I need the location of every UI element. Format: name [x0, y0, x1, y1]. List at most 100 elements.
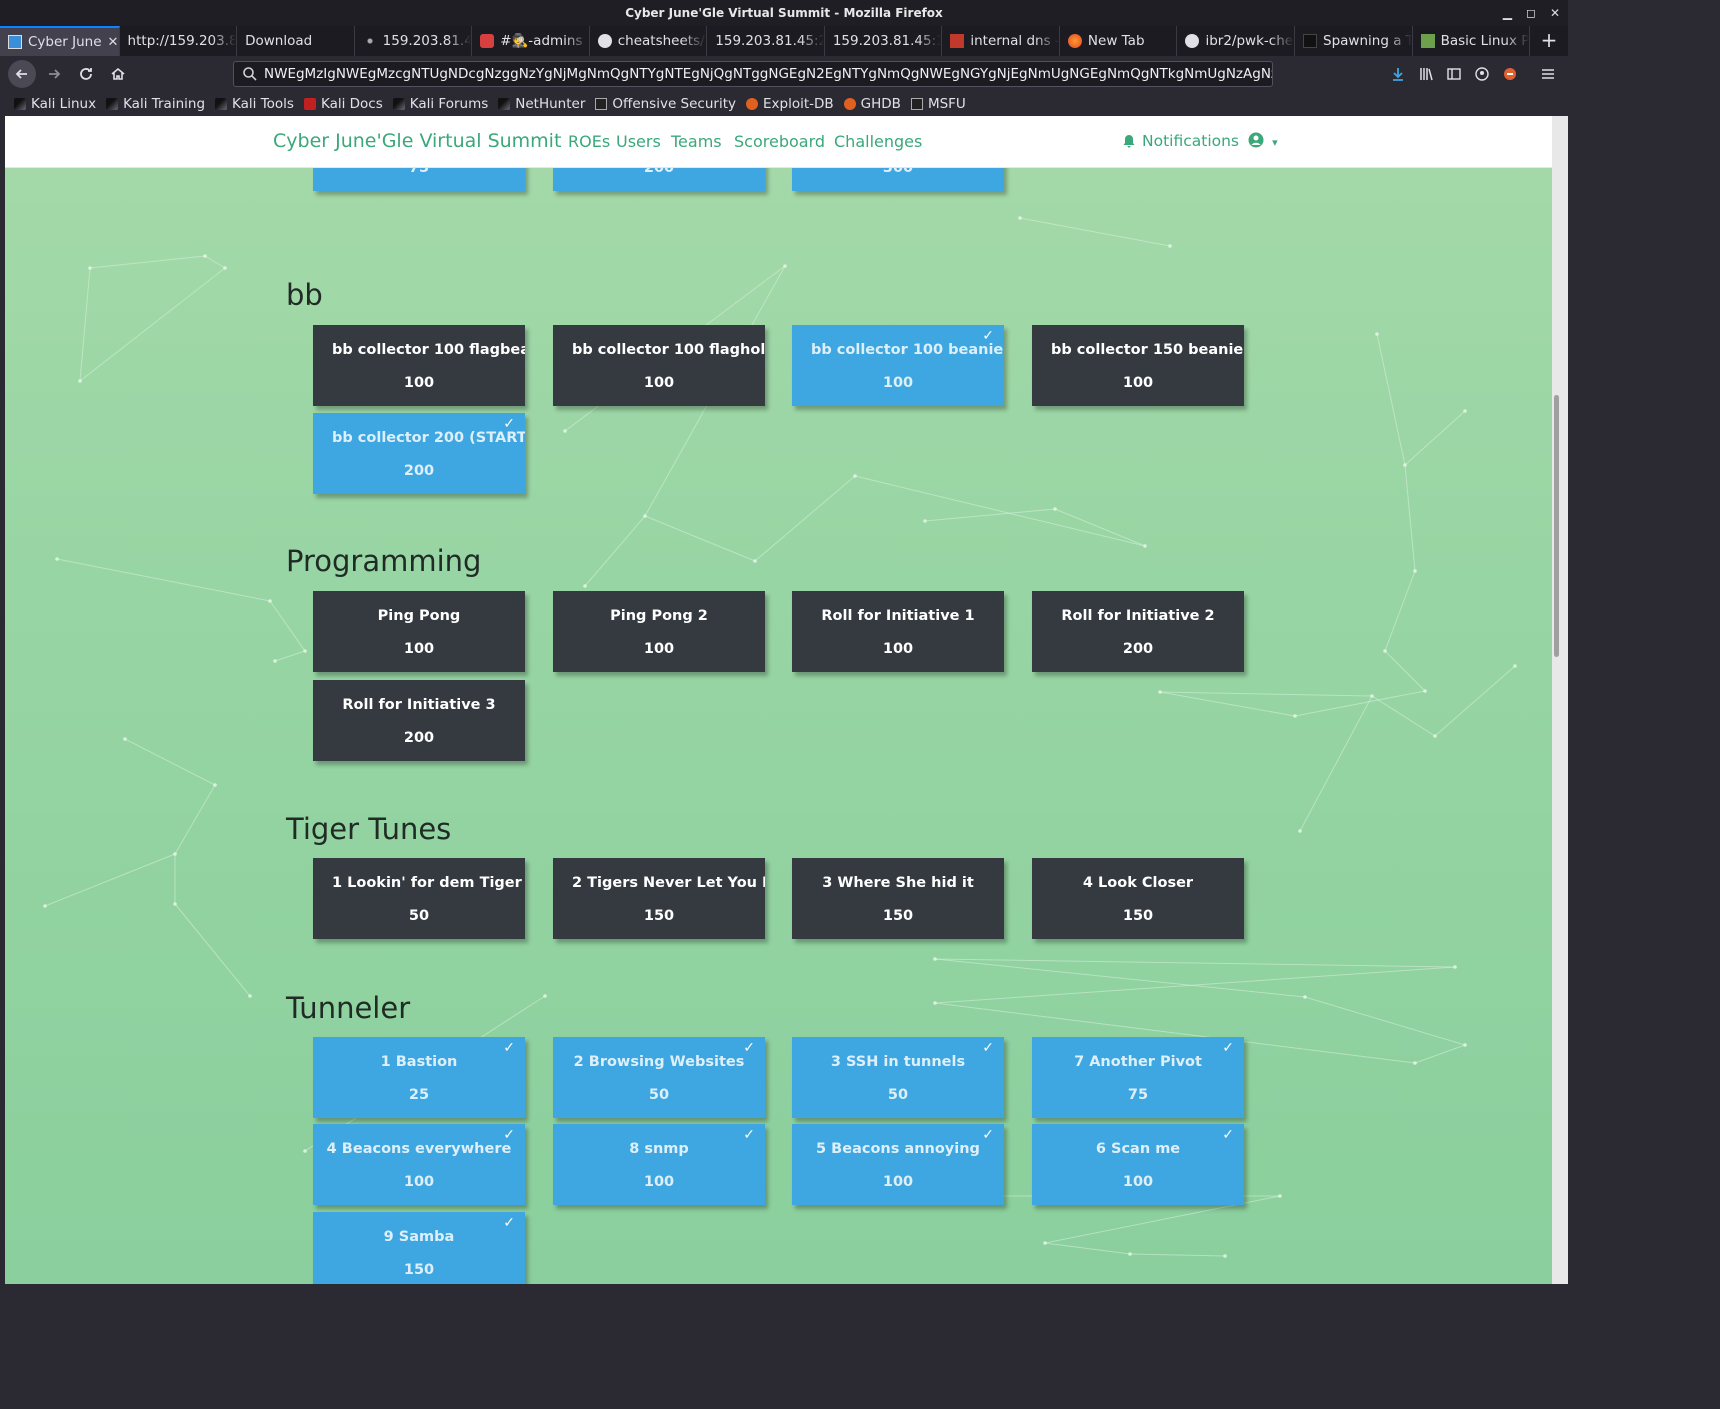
bookmark-6[interactable]: Offensive Security — [595, 96, 736, 112]
tab-close-icon[interactable]: ✕ — [102, 35, 119, 50]
site-brand[interactable]: Cyber June'Gle Virtual Summit — [273, 130, 561, 152]
bookmark-1[interactable]: Kali Training — [106, 96, 205, 112]
challenge-card[interactable]: 1 Bastion 25 ✓ — [313, 1037, 525, 1118]
section-title: bb — [286, 278, 323, 312]
tab-4[interactable]: #🕵-admins — [472, 26, 590, 56]
sidebar-icon[interactable] — [1446, 66, 1462, 82]
section-title: Tunneler — [286, 991, 411, 1025]
bookmark-0[interactable]: Kali Linux — [14, 96, 96, 112]
nav-users[interactable]: Users — [616, 132, 661, 151]
challenge-card[interactable]: 7 Another Pivot 75 ✓ — [1032, 1037, 1244, 1118]
bookmarks-toolbar: Kali Linux Kali Training Kali Tools Kali Do… — [0, 92, 1568, 116]
challenge-card[interactable]: Ping Pong 2 100 — [553, 591, 765, 672]
bookmark-9[interactable]: MSFU — [910, 96, 966, 112]
challenge-card[interactable]: bb collector 100 beanie sql 100 ✓ — [792, 325, 1004, 406]
challenge-points: 150 — [403, 1262, 435, 1278]
page-scrollbar[interactable] — [1552, 116, 1568, 1284]
tab-3[interactable]: 159.203.81.4 — [355, 26, 473, 56]
bookmark-8[interactable]: GHDB — [843, 96, 901, 112]
tab-12[interactable]: Basic Linux P — [1413, 26, 1531, 56]
challenge-card[interactable]: 4 Look Closer 150 — [1032, 858, 1244, 939]
tab-2[interactable]: Download — [237, 26, 355, 56]
back-arrow-icon — [15, 69, 27, 79]
challenge-points: 75 — [1127, 1087, 1149, 1103]
challenge-card[interactable]: 6 Scan me 100 ✓ — [1032, 1124, 1244, 1205]
bookmark-label: Kali Tools — [232, 96, 294, 112]
tab-fade — [212, 26, 237, 56]
challenge-card[interactable]: Roll for Initiative 2 200 — [1032, 591, 1244, 672]
challenge-card[interactable]: 5 Beacons annoying 100 ✓ — [792, 1124, 1004, 1205]
forward-button[interactable] — [40, 60, 68, 88]
challenge-card[interactable]: bb collector 100 flagholder 100 — [553, 325, 765, 406]
challenge-card[interactable]: Roll for Initiative 1 100 — [792, 591, 1004, 672]
tab-11[interactable]: Spawning a T — [1295, 26, 1413, 56]
reload-button[interactable] — [72, 60, 100, 88]
maximize-icon[interactable]: ◻ — [1526, 0, 1536, 26]
challenge-card[interactable]: 1 Lookin' for dem Tiger Tun 50 — [313, 858, 525, 939]
challenge-card[interactable]: Roll for Initiative 3 200 — [313, 680, 525, 761]
tab-7[interactable]: 159.203.81.45:1 — [825, 26, 943, 56]
challenge-name: Ping Pong 2 — [610, 608, 708, 624]
browser-window: Cyber June'Gle Virtual Summit - Mozilla … — [0, 0, 1568, 1284]
bookmark-5[interactable]: NetHunter — [498, 96, 585, 112]
bookmark-3[interactable]: Kali Docs — [303, 96, 383, 112]
home-button[interactable] — [104, 60, 132, 88]
close-window-icon[interactable]: ✕ — [1550, 0, 1560, 26]
back-button[interactable] — [8, 60, 36, 88]
challenge-points: 100 — [1122, 375, 1154, 391]
notifications-label: Notifications — [1142, 132, 1240, 150]
challenge-name: bb collector 200 (START HE — [332, 430, 525, 446]
nav-challenges[interactable]: Challenges — [834, 132, 922, 151]
tab-6[interactable]: 159.203.81.45:2 — [707, 26, 825, 56]
solved-check-icon: ✓ — [1222, 1040, 1234, 1056]
url-bar[interactable]: NWEgMzIgNWEgMzcgNTUgNDcgNzggNzYgNjMgNmQg… — [233, 61, 1273, 87]
tab-fade — [799, 26, 824, 56]
nav-roes[interactable]: ROEs — [568, 132, 610, 151]
solved-check-icon: ✓ — [982, 1127, 994, 1143]
tab-label: New Tab — [1087, 33, 1145, 49]
site-icon — [1420, 34, 1435, 48]
bookmark-4[interactable]: Kali Forums — [392, 96, 488, 112]
account-icon[interactable] — [1474, 66, 1490, 82]
challenge-name: Roll for Initiative 3 — [342, 697, 496, 713]
challenge-points: 100 — [643, 1174, 675, 1190]
challenge-card[interactable]: 2 Browsing Websites 50 ✓ — [553, 1037, 765, 1118]
challenge-card[interactable]: Ping Pong 100 — [313, 591, 525, 672]
tab-0[interactable]: Cyber June ✕ — [0, 26, 120, 56]
notifications-link[interactable]: Notifications — [1122, 132, 1239, 150]
tab-label: Cyber June — [28, 34, 102, 50]
tab-5[interactable]: cheatsheets/ — [590, 26, 708, 56]
challenge-card[interactable]: bb collector 200 (START HE 200 ✓ — [313, 413, 525, 494]
challenge-name: bb collector 100 beanie sql — [811, 342, 1004, 358]
tab-9[interactable]: New Tab — [1060, 26, 1178, 56]
tab-10[interactable]: ibr2/pwk-che — [1177, 26, 1296, 56]
library-icon[interactable] — [1418, 66, 1434, 82]
challenge-card[interactable]: 3 Where She hid it 150 — [792, 858, 1004, 939]
challenge-name: 2 Tigers Never Let You Dov — [572, 875, 765, 891]
chevron-down-icon: ▾ — [1272, 136, 1278, 149]
challenge-card[interactable]: bb collector 150 beanie sq 100 — [1032, 325, 1244, 406]
scrollbar-thumb[interactable] — [1554, 395, 1559, 657]
challenge-name: 4 Beacons everywhere — [326, 1141, 512, 1157]
minimize-icon[interactable]: ▁ — [1503, 0, 1512, 26]
extension-icon[interactable] — [1502, 66, 1518, 82]
bookmark-7[interactable]: Exploit-DB — [746, 96, 834, 112]
downloads-icon[interactable] — [1390, 66, 1406, 82]
nav-scoreboard[interactable]: Scoreboard — [734, 132, 825, 151]
challenge-card[interactable]: 2 Tigers Never Let You Dov 150 — [553, 858, 765, 939]
bookmark-2[interactable]: Kali Tools — [215, 96, 294, 112]
challenge-card[interactable]: 4 Beacons everywhere 100 ✓ — [313, 1124, 525, 1205]
tab-8[interactable]: internal dns - — [942, 26, 1060, 56]
challenge-card[interactable]: 3 SSH in tunnels 50 ✓ — [792, 1037, 1004, 1118]
challenge-card[interactable]: 9 Samba 150 ✓ — [313, 1212, 525, 1284]
menu-icon[interactable] — [1540, 66, 1556, 82]
challenge-name: 1 Lookin' for dem Tiger Tun — [332, 875, 525, 891]
nav-teams[interactable]: Teams — [671, 132, 722, 151]
user-menu[interactable]: ▾ — [1248, 131, 1278, 150]
tab-1[interactable]: http://159.203.8 — [120, 26, 238, 56]
new-tab-button[interactable]: + — [1530, 26, 1568, 56]
challenge-card[interactable]: bb collector 100 flagbeare 100 — [313, 325, 525, 406]
solved-check-icon: ✓ — [743, 1127, 755, 1143]
challenge-card[interactable]: 8 snmp 100 ✓ — [553, 1124, 765, 1205]
challenge-points: 50 — [648, 1087, 670, 1103]
